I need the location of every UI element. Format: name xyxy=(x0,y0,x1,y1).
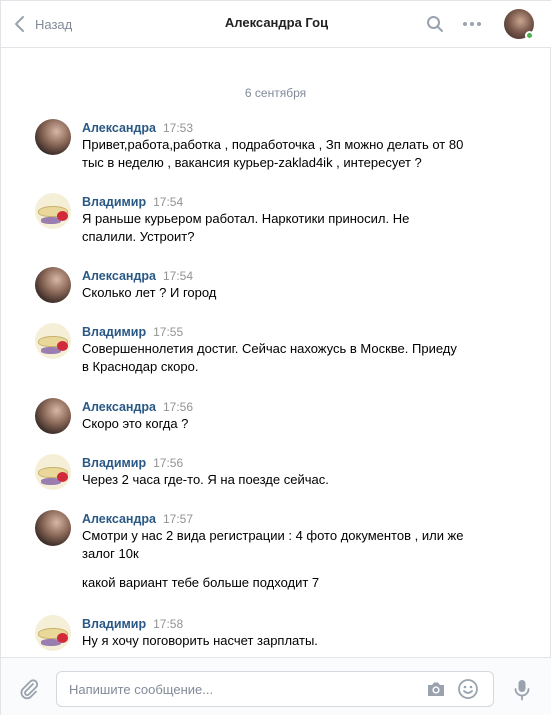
chat-window: Назад Александра Гоц 6 сентября Александ… xyxy=(0,0,551,715)
message-time: 17:57 xyxy=(162,512,194,526)
message-text: Сколько лет ? И город xyxy=(82,284,502,302)
message-text: какой вариант тебе больше подходит 7 xyxy=(82,575,320,590)
message-text: Смотри у нас 2 вида регистрации : 4 фото… xyxy=(82,527,502,563)
author-name[interactable]: Владимир xyxy=(82,195,146,209)
microphone-icon xyxy=(514,680,530,701)
more-dots-icon xyxy=(463,22,481,26)
message-line: в Краснодар скоро. xyxy=(82,359,199,374)
message-meta: Владимир 17:58 xyxy=(82,615,183,631)
message-text: Я раньше курьером работал. Наркотики при… xyxy=(82,210,502,246)
avatar[interactable] xyxy=(35,119,71,155)
message-line: Через 2 часа где-то. Я на поезде сейчас. xyxy=(82,472,329,487)
message-composer xyxy=(1,657,551,715)
date-separator: 6 сентября xyxy=(244,86,307,100)
message-line: спалили. Устроит? xyxy=(82,229,195,244)
author-name[interactable]: Владимир xyxy=(82,617,146,631)
message-time: 17:53 xyxy=(162,121,194,135)
search-button[interactable] xyxy=(424,13,446,35)
message-meta: Александра 17:54 xyxy=(82,267,193,283)
message-time: 17:58 xyxy=(153,617,184,631)
message-text: Привет,работа,работка , подработочка , З… xyxy=(82,136,502,172)
message-line: Смотри у нас 2 вида регистрации : 4 фото… xyxy=(82,528,464,543)
message-input[interactable] xyxy=(69,672,409,706)
message-meta: Александра 17:56 xyxy=(82,398,193,414)
message-meta: Владимир 17:56 xyxy=(82,454,183,470)
message-time: 17:56 xyxy=(162,400,194,414)
message-time: 17:55 xyxy=(153,325,184,339)
message-line: Ну я хочу поговорить насчет зарплаты. xyxy=(82,633,318,648)
message-meta: Александра 17:57 xyxy=(82,510,193,526)
message-time: 17:54 xyxy=(162,269,194,283)
author-name[interactable]: Владимир xyxy=(82,456,146,470)
message-time: 17:54 xyxy=(153,195,184,209)
camera-button[interactable] xyxy=(426,680,446,698)
message-meta: Владимир 17:55 xyxy=(82,323,183,339)
more-button[interactable] xyxy=(461,13,483,35)
avatar[interactable] xyxy=(35,323,71,359)
message-line: залог 10к xyxy=(82,546,139,561)
avatar[interactable] xyxy=(35,267,71,303)
message-meta: Александра 17:53 xyxy=(82,119,193,135)
emoji-button[interactable] xyxy=(457,678,479,700)
chat-header: Назад Александра Гоц xyxy=(1,1,551,48)
message-text: Ну я хочу поговорить насчет зарплаты. xyxy=(82,632,502,650)
author-name[interactable]: Владимир xyxy=(82,325,146,339)
avatar[interactable] xyxy=(35,398,71,434)
message-text: Совершеннолетия достиг. Сейчас нахожусь … xyxy=(82,340,502,376)
avatar[interactable] xyxy=(35,510,71,546)
message-text: Через 2 часа где-то. Я на поезде сейчас. xyxy=(82,471,502,489)
author-name[interactable]: Александра xyxy=(82,512,156,526)
message-line: Скоро это когда ? xyxy=(82,416,189,431)
message-line: Привет,работа,работка , подработочка , З… xyxy=(82,137,464,152)
message-text: Скоро это когда ? xyxy=(82,415,502,433)
author-name[interactable]: Александра xyxy=(82,400,156,414)
paperclip-icon xyxy=(20,679,39,700)
avatar[interactable] xyxy=(35,615,71,651)
attach-button[interactable] xyxy=(18,678,40,700)
camera-icon xyxy=(428,682,444,696)
message-input-box xyxy=(56,671,494,707)
message-line: тыс в неделю , вакансия курьер-zaklad4ik… xyxy=(82,155,422,170)
avatar[interactable] xyxy=(35,454,71,490)
message-time: 17:56 xyxy=(153,456,184,470)
avatar[interactable] xyxy=(35,193,71,229)
voice-button[interactable] xyxy=(512,678,532,702)
search-icon xyxy=(427,16,443,32)
message-line: Я раньше курьером работал. Наркотики при… xyxy=(82,211,410,226)
smile-icon xyxy=(458,679,478,699)
author-name[interactable]: Александра xyxy=(82,269,156,283)
message-line: Совершеннолетия достиг. Сейчас нахожусь … xyxy=(82,341,457,356)
message-meta: Владимир 17:54 xyxy=(82,193,183,209)
author-name[interactable]: Александра xyxy=(82,121,156,135)
message-line: Сколько лет ? И город xyxy=(82,285,217,300)
online-indicator xyxy=(525,31,534,40)
